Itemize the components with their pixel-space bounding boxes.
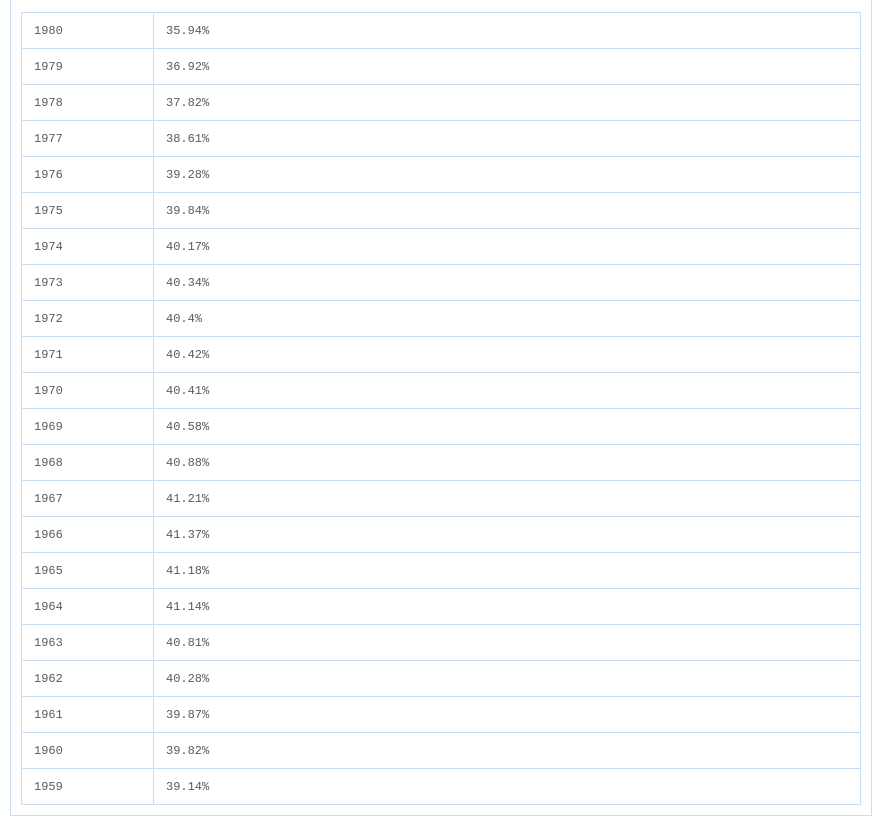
table-row: 1961 39.87% xyxy=(22,697,861,733)
table-row: 1971 40.42% xyxy=(22,337,861,373)
cell-value: 38.61% xyxy=(154,121,861,157)
table-row: 1964 41.14% xyxy=(22,589,861,625)
table-row: 1975 39.84% xyxy=(22,193,861,229)
cell-year: 1967 xyxy=(22,481,154,517)
cell-year: 1970 xyxy=(22,373,154,409)
cell-year: 1976 xyxy=(22,157,154,193)
cell-value: 40.17% xyxy=(154,229,861,265)
top-spacer xyxy=(21,0,861,12)
data-table-body: 1980 35.94% 1979 36.92% 1978 37.82% 1977… xyxy=(22,13,861,805)
table-row: 1966 41.37% xyxy=(22,517,861,553)
cell-year: 1969 xyxy=(22,409,154,445)
cell-value: 40.81% xyxy=(154,625,861,661)
cell-value: 36.92% xyxy=(154,49,861,85)
table-row: 1980 35.94% xyxy=(22,13,861,49)
cell-value: 40.28% xyxy=(154,661,861,697)
cell-value: 40.4% xyxy=(154,301,861,337)
page-container: 1980 35.94% 1979 36.92% 1978 37.82% 1977… xyxy=(0,0,882,826)
cell-year: 1964 xyxy=(22,589,154,625)
cell-year: 1963 xyxy=(22,625,154,661)
cell-value: 40.34% xyxy=(154,265,861,301)
cell-year: 1959 xyxy=(22,769,154,805)
cell-year: 1961 xyxy=(22,697,154,733)
cell-year: 1979 xyxy=(22,49,154,85)
cell-value: 39.84% xyxy=(154,193,861,229)
cell-value: 39.28% xyxy=(154,157,861,193)
table-row: 1960 39.82% xyxy=(22,733,861,769)
outer-panel: 1980 35.94% 1979 36.92% 1978 37.82% 1977… xyxy=(10,0,872,816)
table-row: 1965 41.18% xyxy=(22,553,861,589)
cell-year: 1978 xyxy=(22,85,154,121)
cell-value: 41.18% xyxy=(154,553,861,589)
cell-value: 41.14% xyxy=(154,589,861,625)
cell-value: 40.88% xyxy=(154,445,861,481)
cell-year: 1973 xyxy=(22,265,154,301)
table-row: 1977 38.61% xyxy=(22,121,861,157)
cell-year: 1968 xyxy=(22,445,154,481)
cell-value: 40.41% xyxy=(154,373,861,409)
table-row: 1974 40.17% xyxy=(22,229,861,265)
cell-year: 1971 xyxy=(22,337,154,373)
table-row: 1962 40.28% xyxy=(22,661,861,697)
cell-year: 1960 xyxy=(22,733,154,769)
cell-year: 1962 xyxy=(22,661,154,697)
table-row: 1968 40.88% xyxy=(22,445,861,481)
table-row: 1978 37.82% xyxy=(22,85,861,121)
table-row: 1976 39.28% xyxy=(22,157,861,193)
table-row: 1970 40.41% xyxy=(22,373,861,409)
table-row: 1963 40.81% xyxy=(22,625,861,661)
table-row: 1979 36.92% xyxy=(22,49,861,85)
cell-year: 1975 xyxy=(22,193,154,229)
cell-year: 1974 xyxy=(22,229,154,265)
cell-value: 39.14% xyxy=(154,769,861,805)
table-row: 1959 39.14% xyxy=(22,769,861,805)
cell-value: 41.21% xyxy=(154,481,861,517)
cell-value: 39.87% xyxy=(154,697,861,733)
cell-value: 37.82% xyxy=(154,85,861,121)
cell-value: 40.42% xyxy=(154,337,861,373)
cell-year: 1972 xyxy=(22,301,154,337)
table-row: 1969 40.58% xyxy=(22,409,861,445)
data-table: 1980 35.94% 1979 36.92% 1978 37.82% 1977… xyxy=(21,12,861,805)
cell-value: 35.94% xyxy=(154,13,861,49)
cell-year: 1965 xyxy=(22,553,154,589)
table-row: 1973 40.34% xyxy=(22,265,861,301)
cell-value: 41.37% xyxy=(154,517,861,553)
cell-year: 1966 xyxy=(22,517,154,553)
cell-value: 40.58% xyxy=(154,409,861,445)
cell-year: 1977 xyxy=(22,121,154,157)
cell-value: 39.82% xyxy=(154,733,861,769)
table-row: 1967 41.21% xyxy=(22,481,861,517)
table-row: 1972 40.4% xyxy=(22,301,861,337)
cell-year: 1980 xyxy=(22,13,154,49)
